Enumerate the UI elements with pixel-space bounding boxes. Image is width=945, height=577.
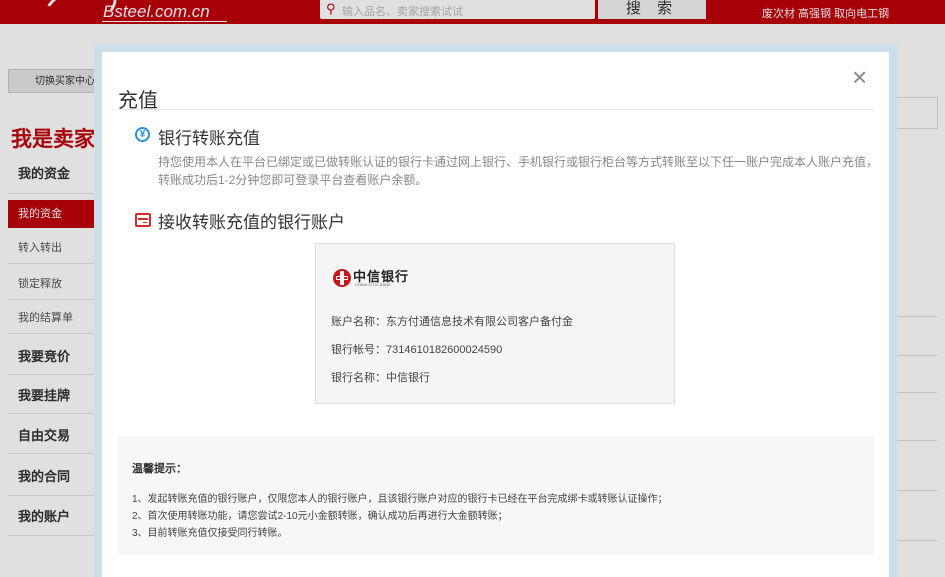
tips-panel: 温馨提示： 1、发起转账充值的银行账户，仅限您本人的银行账户，且该银行账户对应的…: [118, 436, 874, 555]
bank-account-card: 中信银行 CHINA CITIC BANK 账户名称：东方付通信息技术有限公司客…: [315, 243, 675, 404]
bank-transfer-description: 持您使用本人在平台已绑定或已做转账认证的银行卡通过网上银行、手机银行或银行柜台等…: [158, 155, 879, 187]
tips-title: 温馨提示：: [132, 463, 187, 475]
account-number: 银行帐号：7314610182600024590: [331, 344, 503, 356]
close-icon[interactable]: ×: [852, 62, 867, 93]
receiving-account-title: 接收转账充值的银行账户: [158, 213, 345, 232]
tip-line: 3、目前转账充值仅接受同行转账。: [132, 528, 288, 539]
yuan-coin-icon: ¥: [135, 127, 150, 142]
tip-line: 1、发起转账充值的银行账户，仅限您本人的银行账户，且该银行账户对应的银行卡已经在…: [132, 494, 668, 505]
bank-logo-english: CHINA CITIC BANK: [355, 282, 391, 287]
recharge-modal: 充值 × ¥ 银行转账充值 持您使用本人在平台已绑定或已做转账认证的银行卡通过网…: [94, 44, 897, 577]
tip-line: 2、首次使用转账功能，请您尝试2-10元小金额转账，确认成功后再进行大金额转账；: [132, 511, 508, 522]
bank-transfer-title: 银行转账充值: [158, 129, 260, 148]
bank-name: 银行名称：中信银行: [331, 372, 430, 384]
title-divider: [118, 109, 874, 110]
account-name: 账户名称：东方付通信息技术有限公司客户备付金: [331, 316, 573, 328]
bank-card-icon: [135, 213, 151, 227]
citic-bank-logo-icon: [333, 269, 351, 287]
